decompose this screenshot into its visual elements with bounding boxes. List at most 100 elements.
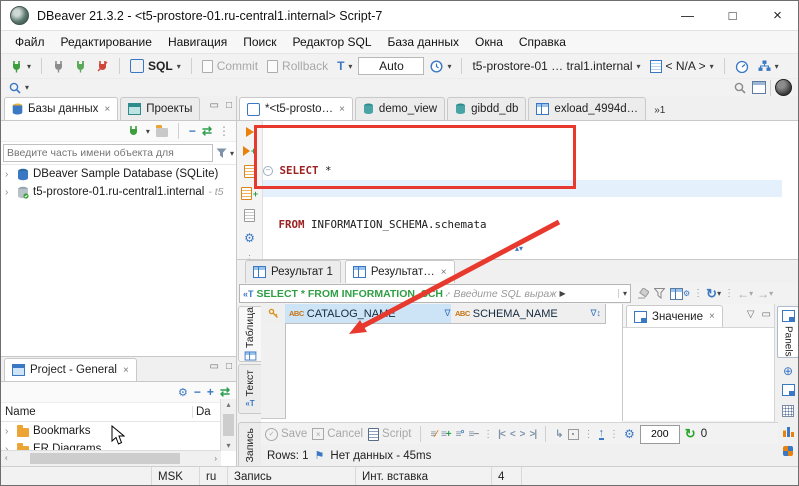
expand-icon[interactable]: ›: [5, 187, 13, 198]
column-header-schema-name[interactable]: ABC SCHEMA_NAME ∇ ↕: [451, 304, 606, 324]
collapse-all-icon[interactable]: −: [194, 385, 201, 399]
tab-value[interactable]: Значение ×: [626, 305, 723, 327]
fold-collapse-icon[interactable]: −: [263, 166, 273, 176]
disconnect-all-icon[interactable]: [93, 58, 112, 75]
scrollbar-thumb[interactable]: [223, 414, 234, 436]
search-dropdown-icon[interactable]: ▾: [25, 83, 29, 92]
project-horizontal-scrollbar[interactable]: › ›: [1, 450, 221, 466]
result-settings-icon[interactable]: ⚙: [624, 427, 635, 441]
add-row-icon[interactable]: ≡+: [441, 429, 452, 440]
database-dropdown-icon[interactable]: ▾: [710, 62, 714, 71]
menu-help[interactable]: Справка: [511, 32, 574, 52]
column-name-header[interactable]: Name: [1, 406, 192, 418]
project-maximize-icon[interactable]: □: [226, 361, 232, 372]
menu-navigation[interactable]: Навигация: [160, 32, 235, 52]
project-vertical-scrollbar[interactable]: ▴ ▾: [220, 399, 236, 451]
table-options-button[interactable]: ⚙: [670, 287, 690, 300]
menu-database[interactable]: База данных: [380, 32, 467, 52]
menu-edit[interactable]: Редактирование: [53, 32, 160, 52]
nav-back-button[interactable]: ← ▾: [737, 287, 753, 301]
grouping-panel-icon[interactable]: [783, 445, 793, 456]
tab-demo-view[interactable]: demo_view: [354, 97, 446, 120]
previous-row-button[interactable]: <: [510, 429, 516, 440]
save-filter-funnel-icon[interactable]: [654, 288, 665, 299]
project-settings-icon[interactable]: ⚙: [178, 386, 188, 399]
delete-row-icon[interactable]: ≡−: [468, 429, 479, 440]
expand-all-icon[interactable]: +: [207, 385, 214, 399]
link-with-editor-icon[interactable]: ⇄: [202, 124, 212, 138]
menu-windows[interactable]: Окна: [467, 32, 511, 52]
sql-editor-button[interactable]: SQL ▾: [127, 57, 184, 75]
connection-dropdown-icon[interactable]: ▾: [637, 62, 641, 71]
expand-icon[interactable]: ›: [5, 426, 13, 437]
tree-item-t5-prostore[interactable]: › t5-prostore-01.ru-central1.internal - …: [1, 183, 236, 201]
connect-button[interactable]: ▾: [7, 58, 34, 75]
column-date-header[interactable]: Da: [192, 406, 221, 418]
export-data-icon[interactable]: ↑: [598, 427, 605, 440]
goto-row-icon[interactable]: ↳: [555, 429, 563, 440]
fetch-size-input[interactable]: [639, 424, 680, 444]
scrollbar-thumb[interactable]: [29, 453, 180, 464]
view-menu-icon[interactable]: ⋮: [218, 124, 230, 138]
link-with-editor-icon[interactable]: ⇄: [220, 385, 230, 399]
compare-refresh-button[interactable]: ↻ ▾: [706, 286, 721, 302]
panels-toggle-button[interactable]: Panels: [777, 306, 798, 358]
tab-close-icon[interactable]: ×: [339, 104, 345, 115]
editor-settings-icon[interactable]: ⚙: [244, 231, 255, 245]
row-header[interactable]: [261, 361, 286, 381]
commit-button[interactable]: Commit: [199, 57, 261, 75]
history-dropdown-icon[interactable]: ▾: [447, 62, 451, 71]
rollback-button[interactable]: Rollback: [264, 57, 331, 75]
commit-mode-combo[interactable]: Auto: [358, 57, 425, 75]
web-view-icon[interactable]: ⊕: [783, 365, 793, 377]
row-header[interactable]: [261, 323, 286, 343]
execute-statement-icon[interactable]: [245, 127, 254, 137]
connect-dropdown-icon[interactable]: ▾: [27, 62, 31, 71]
calc-panel-icon[interactable]: [782, 404, 794, 417]
explain-plan-icon[interactable]: [244, 209, 255, 222]
column-sort-icon[interactable]: ↕: [597, 308, 602, 319]
tree-item-sample-database[interactable]: › DBeaver Sample Database (SQLite): [1, 165, 236, 183]
column-header-catalog-name[interactable]: ABC CATALOG_NAME ∇↕: [285, 304, 460, 324]
tab-gibdd-db[interactable]: gibdd_db: [447, 97, 527, 120]
window-maximize-button[interactable]: □: [710, 1, 755, 30]
presentation-tab-text[interactable]: Текст «T: [238, 364, 262, 414]
database-selector[interactable]: < N/A > ▾: [647, 57, 717, 75]
tab-result-1[interactable]: Результат 1: [245, 260, 341, 283]
quick-search-icon[interactable]: [734, 82, 746, 94]
new-folder-icon[interactable]: [155, 125, 168, 137]
disconnect-icon[interactable]: [49, 58, 68, 75]
grid-corner-cell[interactable]: [261, 304, 286, 324]
first-row-button[interactable]: |<: [498, 429, 506, 440]
duplicate-row-icon[interactable]: ≡°: [456, 429, 465, 440]
tab-project-close-icon[interactable]: ×: [123, 365, 129, 376]
row-header[interactable]: [261, 342, 286, 362]
connection-selector[interactable]: t5-prostore-01 … tral1.internal ▾: [469, 57, 643, 75]
result-filter-input[interactable]: «T SELECT * FROM INFORMATION_SCH ↕ Введи…: [239, 284, 631, 303]
value-minimize-icon[interactable]: ▭: [762, 309, 771, 320]
databases-minimize-icon[interactable]: ▭: [210, 100, 219, 111]
transaction-log-button[interactable]: ▾: [427, 58, 454, 75]
expand-filter-icon[interactable]: ↕: [443, 288, 453, 298]
dashboard-icon[interactable]: [732, 58, 752, 75]
network-dropdown-icon[interactable]: ▾: [775, 62, 779, 71]
databases-maximize-icon[interactable]: □: [226, 100, 232, 111]
pin-icon[interactable]: ⚑: [315, 449, 325, 462]
execute-script-new-icon[interactable]: +: [240, 187, 258, 200]
save-button[interactable]: ✓ Save: [265, 427, 307, 441]
sql-dropdown-icon[interactable]: ▾: [177, 62, 181, 71]
apply-filter-icon[interactable]: ▶: [559, 289, 565, 298]
scroll-up-icon[interactable]: ▴: [222, 400, 234, 409]
tab-databases[interactable]: Базы данных ×: [4, 97, 119, 120]
dbeaver-perspective-avatar[interactable]: [775, 79, 792, 96]
window-close-button[interactable]: ×: [755, 1, 798, 30]
sash-toggle-icons[interactable]: ▴▾: [515, 244, 523, 253]
cancel-button[interactable]: × Cancel: [312, 428, 363, 440]
chart-icon[interactable]: [782, 425, 794, 437]
open-perspective-icon[interactable]: [752, 81, 766, 94]
network-button[interactable]: ▾: [755, 58, 782, 74]
row-header[interactable]: [261, 380, 286, 400]
value-view-icon[interactable]: [781, 383, 795, 396]
last-row-button[interactable]: >|: [530, 429, 538, 440]
execute-new-tab-icon[interactable]: +: [242, 146, 256, 156]
